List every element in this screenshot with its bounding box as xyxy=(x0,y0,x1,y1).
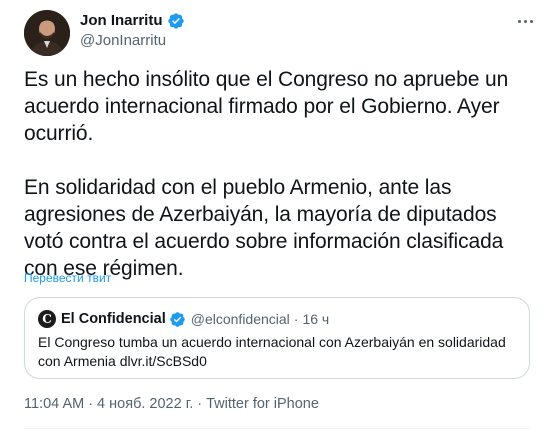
verified-badge-icon xyxy=(169,311,185,327)
quoted-timestamp: 16 ч xyxy=(302,311,330,327)
more-horizontal-icon[interactable] xyxy=(514,12,536,30)
author-avatar[interactable] xyxy=(24,10,70,56)
quoted-tweet-header: El Confidencial @elconfidencial · 16 ч xyxy=(61,310,329,328)
author-name-row[interactable]: Jon Inarritu xyxy=(80,12,185,30)
tweet-source: Twitter for iPhone xyxy=(206,396,319,412)
quoted-tweet-text: El Congreso tumba un acuerdo internacion… xyxy=(38,334,506,369)
quoted-author-avatar: C xyxy=(38,310,56,328)
quoted-separator: · xyxy=(293,311,299,327)
divider xyxy=(24,428,530,429)
tweet-date[interactable]: 4 нояб. 2022 г. xyxy=(97,395,193,413)
meta-separator: · xyxy=(197,396,203,412)
meta-separator: · xyxy=(88,396,94,412)
tweet-text: Es un hecho insólito que el Congreso no … xyxy=(24,68,509,280)
quoted-author-name: El Confidencial xyxy=(61,311,166,327)
verified-badge-icon xyxy=(167,13,184,29)
tweet-container: Jon Inarritu @JonInarritu Es un hecho in… xyxy=(0,0,554,433)
translate-tweet-link[interactable]: Перевести твит xyxy=(24,271,111,285)
quoted-tweet[interactable]: C El Confidencial @elconfidencial · 16 ч… xyxy=(24,297,530,379)
tweet-time[interactable]: 11:04 AM xyxy=(24,395,84,413)
author-display-name[interactable]: Jon Inarritu xyxy=(80,12,163,30)
tweet-meta: 11:04 AM · 4 нояб. 2022 г. · Twitter for… xyxy=(24,395,319,413)
quoted-author-handle: @elconfidencial xyxy=(190,311,290,327)
author-handle[interactable]: @JonInarritu xyxy=(80,32,166,50)
